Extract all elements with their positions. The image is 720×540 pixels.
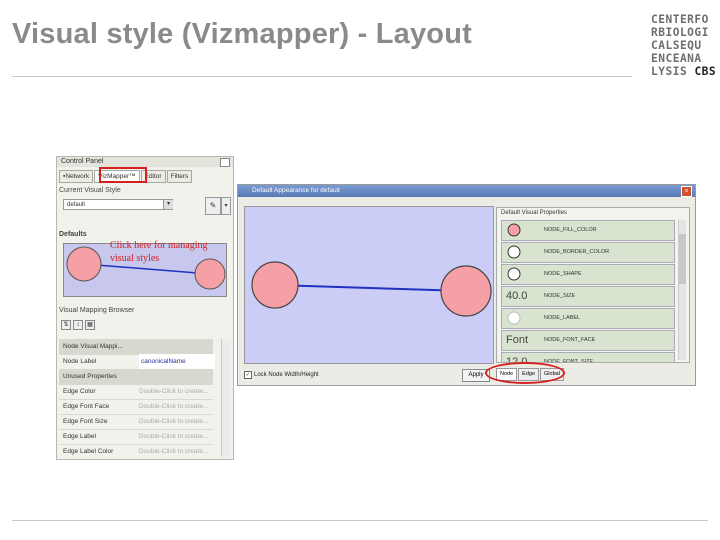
- vmb-row-key: Unused Properties: [63, 373, 117, 380]
- vmb-row[interactable]: Edge Color Double-Click to create...: [59, 384, 213, 400]
- property-label: NODE_FILL_COLOR: [544, 227, 597, 233]
- callout-line: visual styles: [110, 253, 160, 264]
- canvas-node[interactable]: [251, 261, 299, 309]
- logo-line: CALSEQU: [651, 39, 702, 52]
- preview-node: [66, 246, 102, 282]
- vmb-row-value: Double-Click to create...: [139, 388, 209, 395]
- vmb-row-key: Node Label: [63, 358, 97, 365]
- logo-line: CENTERFO: [651, 13, 709, 26]
- vmb-row-key: Edge Font Size: [63, 418, 108, 425]
- vmb-row-key: Edge Color: [63, 388, 96, 395]
- table-icon[interactable]: ▦: [85, 320, 95, 330]
- logo-line: ENCEANA: [651, 52, 702, 65]
- tab-label: Network: [65, 173, 90, 180]
- logo-line: LYSIS CBS: [651, 65, 717, 78]
- canvas-edge: [274, 284, 467, 292]
- vmb-row-key: Edge Label: [63, 433, 96, 440]
- fill-swatch-icon: [506, 223, 522, 237]
- defaults-label: Defaults: [59, 231, 87, 238]
- scrollbar-thumb[interactable]: [679, 234, 686, 284]
- vmb-row[interactable]: Node Label canonicalName: [59, 354, 215, 370]
- control-panel-title: Control Panel: [61, 158, 104, 165]
- panel-float-button[interactable]: [220, 158, 230, 167]
- preview-canvas[interactable]: [244, 206, 494, 364]
- vmb-row-value: Double-Click to create...: [139, 433, 209, 440]
- vmb-row[interactable]: Unused Properties: [59, 369, 213, 385]
- vmb-row-key: Node Visual Mappi...: [63, 343, 123, 350]
- props-title: Default Visual Properties: [501, 210, 567, 216]
- canvas-node[interactable]: [440, 265, 492, 317]
- value-icon: 40.0: [506, 290, 528, 302]
- visual-style-options-button[interactable]: ✎: [205, 197, 221, 215]
- vmb-row[interactable]: Node Visual Mappi...: [59, 339, 213, 355]
- control-panel-title-bar: Control Panel: [57, 157, 233, 167]
- logo-line: RBIOLOGI: [651, 26, 709, 39]
- vmb-row-value: Double-Click to create...: [139, 448, 209, 455]
- lock-checkbox[interactable]: ✓: [244, 371, 252, 379]
- vmb-row[interactable]: Edge Font Face Double-Click to create...: [59, 399, 213, 415]
- circle-icon: [506, 245, 522, 259]
- property-label: NODE_SHAPE: [544, 271, 582, 277]
- footer-divider: [12, 520, 708, 521]
- slide-title: Visual style (Vizmapper) - Layout: [12, 18, 472, 50]
- default-appearance-dialog: Default Appearance for default × Default…: [237, 184, 696, 386]
- callout-text: Click here for managing visual styles: [110, 239, 207, 265]
- vmb-row-key: Edge Label Color: [63, 448, 114, 455]
- property-label: NODE_FONT_SIZE: [544, 359, 594, 363]
- sort-icon[interactable]: ⇅: [61, 320, 71, 330]
- visual-mapping-browser-label: Visual Mapping Browser: [59, 307, 135, 314]
- circle-icon: [506, 267, 522, 281]
- vizmapper-tab-highlight: [99, 167, 147, 183]
- property-row[interactable]: NODE_BORDER_COLOR: [501, 242, 675, 263]
- property-row[interactable]: 40.0 NODE_SIZE: [501, 286, 675, 307]
- visual-style-options-dropdown[interactable]: ▾: [221, 197, 231, 215]
- label-icon: [506, 311, 522, 325]
- value-icon: Font: [506, 334, 529, 346]
- dialog-title: Default Appearance for default: [252, 187, 340, 194]
- logo-cbs: CBS: [694, 65, 717, 78]
- vmb-row-value: Double-Click to create...: [139, 418, 209, 425]
- callout-line: Click here for managing: [110, 240, 208, 251]
- node-edge-tabs-highlight: [485, 362, 565, 384]
- vmb-scrollbar[interactable]: [221, 339, 231, 457]
- property-label: NODE_BORDER_COLOR: [544, 249, 610, 255]
- property-row[interactable]: Font NODE_FONT_FACE: [501, 330, 675, 351]
- default-visual-properties-panel: Default Visual Properties NODE_FILL_COLO…: [496, 207, 690, 363]
- preview-canvas-graph: [251, 261, 492, 317]
- property-row[interactable]: NODE_LABEL: [501, 308, 675, 329]
- vmb-row[interactable]: Edge Label Color Double-Click to create..…: [59, 444, 213, 459]
- logo-lysis: LYSIS: [651, 65, 688, 78]
- property-row[interactable]: NODE_SHAPE: [501, 264, 675, 285]
- vmb-row[interactable]: Edge Font Size Double-Click to create...: [59, 414, 213, 430]
- vmb-row-key: Edge Font Face: [63, 403, 110, 410]
- current-visual-style-label: Current Visual Style: [59, 187, 121, 194]
- control-panel: Control Panel ▪Network VizMapper™ Editor…: [56, 156, 234, 460]
- cbs-logo: CENTERFO RBIOLOGI CALSEQU ENCEANA LYSIS …: [651, 13, 717, 78]
- property-label: NODE_SIZE: [544, 293, 576, 299]
- chevron-down-icon[interactable]: ▾: [163, 200, 173, 209]
- vmb-row[interactable]: Edge Label Double-Click to create...: [59, 429, 213, 445]
- vmb-row-value: canonicalName: [139, 354, 215, 369]
- vmb-row-value: Double-Click to create...: [139, 403, 209, 410]
- vmb-toolbar: ⇅ ↕ ▦: [61, 320, 97, 330]
- lock-size-option[interactable]: ✓ Lock Node Width/Height: [244, 371, 319, 379]
- close-icon[interactable]: ×: [681, 186, 692, 197]
- visual-style-select[interactable]: default: [63, 199, 173, 210]
- palette-icon: ✎: [209, 201, 217, 210]
- property-label: NODE_LABEL: [544, 315, 581, 321]
- property-label: NODE_FONT_FACE: [544, 337, 596, 343]
- dialog-title-bar: Default Appearance for default ×: [238, 185, 695, 197]
- tab-filters[interactable]: Filters: [166, 170, 193, 183]
- tab-network[interactable]: ▪Network: [59, 170, 94, 183]
- sort-alpha-icon[interactable]: ↕: [73, 320, 83, 330]
- props-scrollbar[interactable]: [678, 220, 686, 360]
- property-row[interactable]: NODE_FILL_COLOR: [501, 220, 675, 241]
- title-divider: [12, 76, 632, 77]
- lock-label: Lock Node Width/Height: [254, 372, 319, 378]
- preview-edge: [83, 263, 211, 275]
